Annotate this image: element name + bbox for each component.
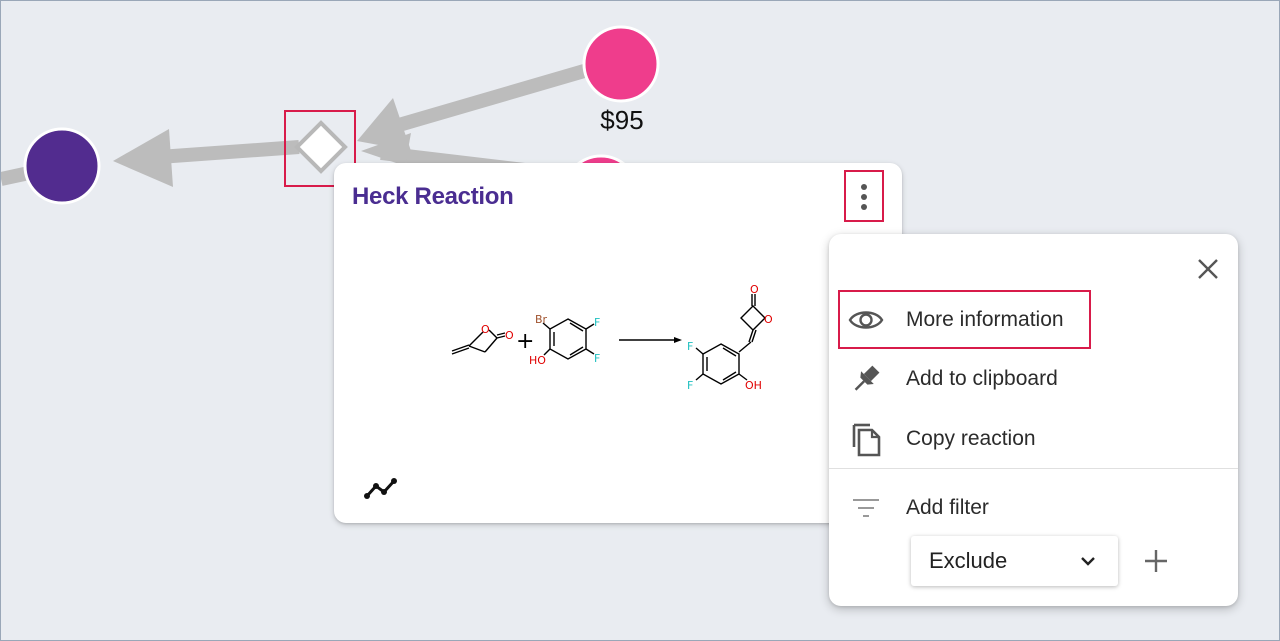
reaction-card: Heck Reaction O O + Br HO F F O O F F OH	[334, 163, 902, 523]
reactant-1-ring-oxygen: O	[481, 323, 490, 336]
plus-icon[interactable]	[1141, 546, 1171, 576]
reactant-1-carbonyl-oxygen: O	[505, 329, 514, 342]
menu-item-label: Add to clipboard	[906, 367, 1058, 390]
reaction-title: Heck Reaction	[352, 183, 514, 210]
menu-item-label: More information	[906, 308, 1064, 331]
reactant-2-hydroxyl: HO	[529, 354, 546, 367]
menu-item-label: Copy reaction	[906, 427, 1036, 450]
reactant-2-bromine: Br	[535, 313, 548, 326]
reactant-2-fluorine-bottom: F	[594, 352, 600, 365]
more-vertical-icon[interactable]	[845, 172, 883, 222]
graph-edge	[397, 62, 593, 132]
reactant-2-fluorine-top: F	[594, 316, 600, 329]
close-icon[interactable]	[1193, 254, 1223, 284]
pin-icon	[841, 351, 891, 407]
menu-item-add-to-clipboard[interactable]: Add to clipboard	[839, 351, 1227, 407]
filter-mode-value: Exclude	[929, 548, 1008, 573]
reagent-price-label: $95	[600, 105, 644, 135]
product-ring-oxygen: O	[764, 313, 773, 326]
product-structure	[695, 294, 766, 385]
reactant-1-structure	[451, 329, 506, 355]
menu-item-copy-reaction[interactable]: Copy reaction	[839, 411, 1227, 467]
product-node[interactable]	[23, 127, 101, 205]
product-fluorine-top: F	[687, 340, 693, 353]
menu-divider	[829, 468, 1238, 469]
route-icon[interactable]	[364, 476, 398, 500]
reaction-node[interactable]	[294, 120, 348, 174]
reaction-arrowhead	[674, 337, 682, 343]
add-filter-row: Add filter	[839, 480, 1227, 536]
eye-icon	[841, 292, 891, 348]
graph-edge	[158, 140, 300, 164]
reagent-node[interactable]	[582, 25, 660, 103]
filter-icon	[841, 480, 891, 536]
edge-arrowhead	[113, 129, 173, 187]
copy-icon	[841, 411, 891, 467]
reactant-2-structure	[542, 318, 595, 360]
add-filter-label: Add filter	[906, 496, 989, 519]
reaction-scheme: O O + Br HO F F O O F F OH	[451, 283, 773, 392]
plus-sign: +	[516, 329, 534, 354]
product-hydroxyl: OH	[745, 379, 762, 392]
filter-mode-select[interactable]: Exclude	[911, 536, 1118, 586]
product-carbonyl-oxygen: O	[750, 283, 759, 296]
chevron-down-icon	[1081, 557, 1095, 566]
menu-item-more-information[interactable]: More information	[839, 292, 1227, 348]
reaction-context-menu: More information Add to clipboard Copy r…	[829, 234, 1238, 606]
product-fluorine-bottom: F	[687, 379, 693, 392]
